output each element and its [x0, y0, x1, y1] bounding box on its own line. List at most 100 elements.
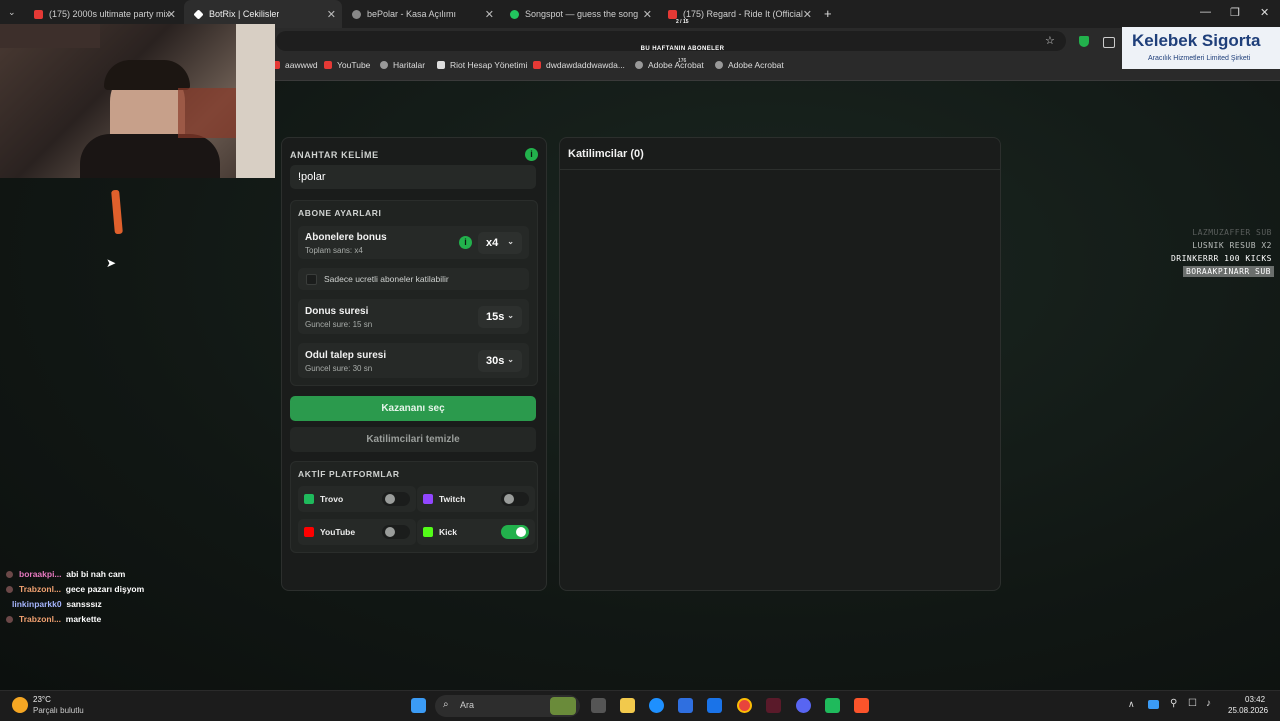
globe-icon — [635, 61, 643, 69]
volume-icon[interactable]: ♪ — [1206, 698, 1211, 709]
streamer-shirt — [80, 134, 220, 178]
onedrive-icon[interactable] — [1148, 700, 1159, 709]
sub-settings-label: ABONE AYARLARI — [298, 208, 382, 218]
bonus-time-row: Donus suresi Guncel sure: 15 sn 15s ⌄ — [298, 299, 529, 334]
sub-feed-item: LUSNIK RESUB X2 — [1192, 241, 1272, 250]
edge-icon[interactable] — [649, 698, 664, 713]
participants-panel: Katilimcilar (0) — [559, 137, 1001, 591]
mail-icon[interactable] — [707, 698, 722, 713]
sub-bonus-select[interactable]: x4 ⌄ — [478, 232, 522, 254]
maximize-icon[interactable]: ❐ — [1230, 6, 1240, 19]
only-paid-row[interactable]: Sadece ucretli aboneler katilabilir — [298, 268, 529, 290]
mic-icon[interactable]: ⚲ — [1170, 698, 1177, 709]
windows-start-icon[interactable] — [411, 698, 426, 713]
badge-icon — [6, 570, 13, 578]
platform-kick: Kick — [417, 519, 535, 545]
store-icon[interactable] — [678, 698, 693, 713]
youtube-icon — [34, 9, 43, 19]
info-icon[interactable]: i — [525, 148, 538, 161]
brave-icon[interactable] — [854, 698, 869, 713]
weather-icon[interactable] — [12, 697, 28, 713]
chevron-down-icon: ⌄ — [507, 311, 514, 320]
youtube-toggle[interactable] — [382, 525, 410, 539]
file-explorer-icon[interactable] — [620, 698, 635, 713]
search-highlight-image — [550, 697, 576, 715]
chevron-down-icon: ⌄ — [507, 355, 514, 364]
youtube-icon — [533, 61, 541, 69]
bookmark-dwdaw[interactable]: dwdawdaddwawda... — [533, 60, 625, 70]
platform-trovo: Trovo — [298, 486, 416, 512]
sub-feed-item: DRINKERRR 100 KICKS — [1170, 254, 1272, 263]
sub-settings-section: ABONE AYARLARI Abonelere bonus Toplam sa… — [290, 200, 538, 386]
tray-expand-icon[interactable]: ∧ — [1128, 699, 1135, 710]
sub-bonus-row: Abonelere bonus Toplam sans: x4 i x4 ⌄ — [298, 226, 529, 259]
platform-youtube: YouTube — [298, 519, 416, 545]
globe-icon — [380, 61, 388, 69]
chrome-icon[interactable] — [737, 698, 752, 713]
globe-icon — [352, 9, 361, 19]
keyword-label: ANAHTAR KELİME — [290, 150, 379, 160]
badge-icon — [6, 585, 13, 593]
close-icon[interactable]: ✕ — [643, 8, 652, 21]
search-icon: ⌕ — [443, 699, 449, 710]
bookmark-aawwwd[interactable]: aawwwd — [272, 60, 318, 70]
clear-participants-button[interactable]: Katilimcilari temizle — [290, 427, 536, 452]
tab-songspot[interactable]: Songspot — guess the song ✕ — [500, 0, 658, 28]
close-icon[interactable]: ✕ — [803, 8, 812, 21]
kick-toggle[interactable] — [501, 525, 529, 539]
divider — [560, 169, 1000, 170]
pick-winner-button[interactable]: Kazananı seç — [290, 396, 536, 421]
discord-icon[interactable] — [796, 698, 811, 713]
weekly-subs-title: BU HAFTANIN ABONELER — [640, 46, 725, 52]
youtube-icon — [304, 527, 314, 537]
tab-bepolar[interactable]: bePolar - Kasa Açılımı ✕ — [342, 0, 500, 28]
weekly-subs-count: 2 / 15 — [676, 19, 689, 25]
bookmark-riot[interactable]: Riot Hesap Yönetimi — [437, 60, 527, 70]
small-count: 176 — [678, 58, 687, 64]
minimize-icon[interactable]: — — [1200, 6, 1211, 18]
platforms-section: AKTİF PLATFORMLAR Trovo Twitch YouTube K… — [290, 461, 538, 553]
new-tab-icon[interactable]: + — [824, 6, 832, 21]
streamer-hair — [104, 60, 190, 90]
close-icon[interactable]: ✕ — [327, 8, 336, 21]
tab-search-icon[interactable]: ⌄ — [8, 7, 16, 18]
twitch-toggle[interactable] — [501, 492, 529, 506]
sponsor-banner: Kelebek Sigorta Aracılık Hizmetleri Limi… — [1122, 27, 1280, 69]
shield-icon[interactable] — [1079, 36, 1089, 47]
taskbar-search[interactable]: ⌕ Ara — [435, 695, 580, 717]
wall — [236, 24, 275, 178]
sub-feed-item: LAZMUZAFFER SUB — [1192, 228, 1272, 237]
bonus-time-select[interactable]: 15s ⌄ — [478, 306, 522, 328]
chat-message: Trabzonl... gece pazarı dişyom — [6, 584, 144, 594]
only-paid-checkbox[interactable] — [306, 274, 317, 285]
claim-time-select[interactable]: 30s ⌄ — [478, 350, 522, 372]
platforms-label: AKTİF PLATFORMLAR — [298, 469, 400, 479]
close-icon[interactable]: ✕ — [485, 8, 494, 21]
youtube-icon — [668, 9, 677, 19]
trovo-icon — [304, 494, 314, 504]
sponsor-sub: Aracılık Hizmetleri Limited Şirketi — [1148, 55, 1251, 62]
task-view-icon[interactable] — [591, 698, 606, 713]
keyword-input[interactable]: !polar — [290, 165, 536, 189]
chat-message: Trabzonl... markette — [6, 614, 101, 624]
cursor-icon: ➤ — [106, 256, 117, 270]
platform-twitch: Twitch — [417, 486, 535, 512]
bookmark-haritalar[interactable]: Haritalar — [380, 60, 425, 70]
info-icon[interactable]: i — [459, 236, 472, 249]
chevron-down-icon: ⌄ — [507, 237, 514, 246]
kick-icon — [423, 527, 433, 537]
close-icon[interactable]: ✕ — [167, 8, 176, 21]
extensions-icon[interactable] — [1103, 37, 1115, 48]
bookmark-youtube[interactable]: YouTube — [324, 60, 370, 70]
bookmark-adobe-2[interactable]: Adobe Acrobat — [715, 60, 784, 70]
vectorworks-icon[interactable] — [766, 698, 781, 713]
bookmark-star-icon[interactable]: ☆ — [1045, 34, 1055, 47]
poster — [178, 88, 238, 138]
window-close-icon[interactable]: ✕ — [1260, 6, 1269, 19]
app-icon[interactable] — [825, 698, 840, 713]
network-icon[interactable]: ☐ — [1188, 698, 1197, 709]
sub-feed-item: BORAAKPINARR SUB — [1182, 266, 1274, 277]
bookmark-adobe-1[interactable]: Adobe Acrobat — [635, 60, 704, 70]
riot-icon — [437, 61, 445, 69]
trovo-toggle[interactable] — [382, 492, 410, 506]
